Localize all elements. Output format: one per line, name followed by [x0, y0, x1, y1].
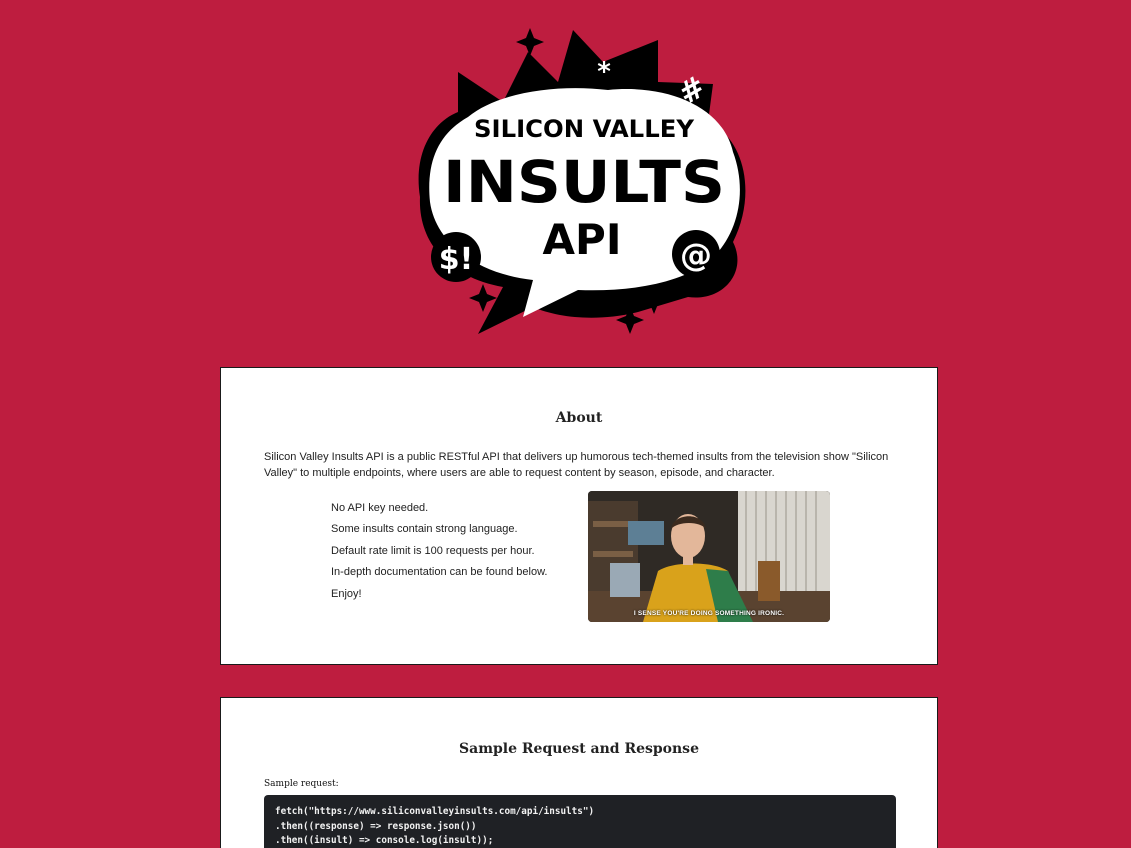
feature-item: Some insults contain strong language. — [331, 523, 518, 536]
logo-line-insults: INSULTS — [443, 148, 725, 216]
gif-scene — [588, 491, 830, 622]
feature-item: Enjoy! — [331, 587, 362, 600]
site-logo: $! @ * # SILICON VALLEY INSULTS API — [408, 22, 754, 342]
dollar-icon: $! — [439, 242, 474, 277]
sample-card: Sample Request and Response Sample reque… — [220, 697, 938, 848]
code-line: fetch("https://www.siliconvalleyinsults.… — [275, 806, 595, 817]
sparkle-icon — [516, 28, 544, 56]
sample-title: Sample Request and Response — [459, 741, 699, 757]
about-card: About Silicon Valley Insults API is a pu… — [220, 367, 938, 665]
feature-item: No API key needed. — [331, 502, 429, 514]
sample-request-code[interactable]: fetch("https://www.siliconvalleyinsults.… — [264, 795, 896, 848]
asterisk-icon: * — [597, 57, 611, 87]
speech-bubble-logo: $! @ * # SILICON VALLEY INSULTS API — [418, 28, 746, 334]
at-icon: @ — [680, 236, 712, 274]
about-description: Silicon Valley Insults API is a public R… — [264, 451, 889, 479]
logo-line-api: API — [543, 215, 622, 264]
code-line: .then((response) => response.json()) — [275, 820, 477, 832]
logo-line-silicon-valley: SILICON VALLEY — [474, 115, 695, 143]
feature-item: In-depth documentation can be found belo… — [331, 566, 548, 579]
feature-list: No API key needed. Some insults contain … — [331, 499, 548, 606]
about-title: About — [555, 410, 603, 426]
gif-caption: I SENSE YOU'RE DOING SOMETHING IRONIC. — [633, 610, 785, 617]
silicon-valley-gif: I SENSE YOU'RE DOING SOMETHING IRONIC. — [588, 491, 830, 622]
feature-item: Default rate limit is 100 requests per h… — [331, 544, 535, 557]
code-line: .then((insult) => console.log(insult)); — [275, 835, 494, 846]
sample-request-label: Sample request: — [264, 779, 339, 789]
